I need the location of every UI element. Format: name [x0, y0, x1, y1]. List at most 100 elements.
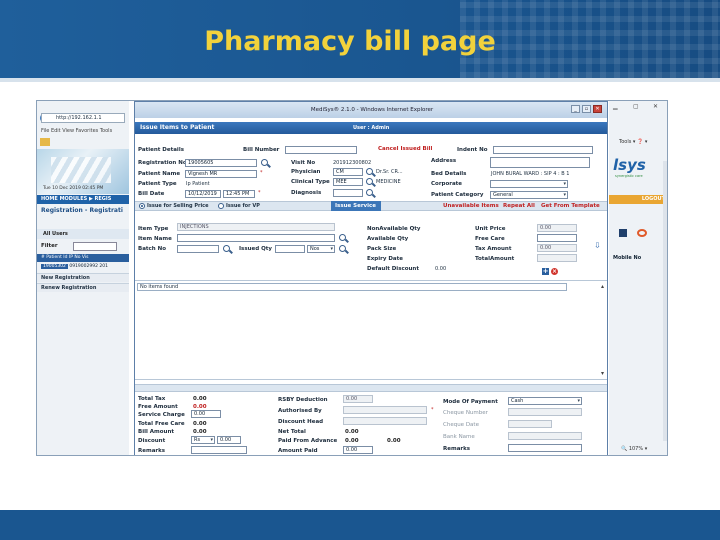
popup-maximize-icon[interactable]: ▫ — [582, 105, 591, 113]
repeat-all-link[interactable]: Repeat All — [503, 203, 535, 209]
physician-code-input[interactable]: CM — [333, 168, 363, 176]
refresh-icon[interactable] — [637, 229, 647, 237]
browser-menu[interactable]: File Edit View Favorites Tools — [41, 128, 112, 134]
paid-from-advance-input[interactable]: 0.00 — [387, 438, 401, 444]
remarks-input[interactable] — [191, 446, 247, 454]
row-rest: 0919002992 201 — [69, 264, 108, 269]
favorites-icon[interactable] — [40, 138, 50, 146]
search-icon[interactable] — [261, 159, 268, 166]
search-icon[interactable] — [223, 245, 230, 252]
new-registration-link[interactable]: New Registration — [37, 273, 129, 282]
bill-number-input[interactable] — [285, 146, 357, 154]
cancel-issued-bill-link[interactable]: Cancel Issued Bill — [378, 146, 432, 152]
total-amount-label: TotalAmount — [475, 256, 515, 262]
browser-window: http://192.162.1.1 File Edit View Favori… — [36, 100, 668, 456]
service-charge-input[interactable]: 0.00 — [191, 410, 221, 418]
scroll-down-icon[interactable]: ▾ — [601, 370, 604, 377]
address-input[interactable] — [490, 157, 590, 168]
registration-title: Registration - Registrati — [41, 207, 123, 214]
total-tax-value: 0.00 — [193, 396, 207, 402]
free-care-input[interactable] — [537, 234, 577, 242]
authorised-by-select[interactable] — [343, 406, 427, 414]
unavailable-items-link[interactable]: Unavailable Items — [443, 203, 499, 209]
search-icon[interactable] — [366, 168, 373, 175]
header-divider — [0, 78, 720, 82]
discount-type-select[interactable]: Rs — [191, 436, 215, 444]
patient-type-label: Patient Type — [138, 181, 177, 187]
item-type-select[interactable]: INJECTIONS — [177, 223, 335, 231]
grid-scrollbar[interactable]: ▴ ▾ — [601, 283, 607, 377]
indent-no-label: Indent No — [457, 147, 488, 153]
maximize-icon[interactable]: ▢ — [633, 103, 639, 110]
diagnosis-input[interactable] — [333, 189, 363, 197]
bill-time-input[interactable]: 12:45 PM — [223, 190, 255, 198]
filter-select[interactable] — [73, 242, 117, 251]
discount-head-select[interactable] — [343, 417, 427, 425]
tax-amount-input: 0.00 — [537, 244, 577, 252]
registration-no-label: Registration No — [138, 160, 187, 166]
add-item-button[interactable]: + — [542, 268, 549, 275]
cheque-number-input[interactable] — [508, 408, 582, 416]
renew-registration-link[interactable]: Renew Registration — [37, 283, 129, 292]
patient-name-input[interactable]: Vignesh MR — [185, 170, 257, 178]
bank-name-input[interactable] — [508, 432, 582, 440]
batch-no-input[interactable] — [177, 245, 219, 253]
popup-titlebar: MediSys® 2.1.0 - Windows Internet Explor… — [135, 102, 607, 118]
bill-date-input[interactable]: 10/12/2019 — [185, 190, 221, 198]
items-grid: No items found ▴ ▾ — [135, 280, 607, 380]
issue-service-tab[interactable]: Issue Service — [331, 201, 381, 211]
down-arrow-icon[interactable]: ⇩ — [594, 241, 601, 250]
visit-no-label: Visit No — [291, 160, 316, 166]
all-users-tab[interactable]: All Users — [37, 229, 129, 239]
cheque-date-label: Cheque Date — [443, 422, 479, 428]
search-icon[interactable] — [339, 234, 346, 241]
popup-title: MediSys® 2.1.0 - Windows Internet Explor… — [310, 107, 434, 113]
close-icon[interactable]: ✕ — [653, 103, 658, 110]
issue-selling-price-radio[interactable] — [139, 203, 145, 209]
tools-menu[interactable]: Tools ▾ ❓ ▾ — [619, 139, 647, 145]
get-from-template-link[interactable]: Get From Template — [541, 203, 600, 209]
patient-category-select[interactable]: General — [490, 191, 568, 199]
physician-label: Physician — [291, 169, 321, 175]
search-icon[interactable] — [366, 189, 373, 196]
minimize-icon[interactable]: ▁ — [613, 103, 618, 110]
clinical-type-input[interactable]: MEE — [333, 178, 363, 186]
remarks-payment-input[interactable] — [508, 444, 582, 452]
cheque-date-input[interactable] — [508, 420, 552, 428]
bank-name-label: Bank Name — [443, 434, 475, 440]
search-icon[interactable] — [339, 245, 346, 252]
indent-no-input[interactable] — [493, 146, 593, 154]
bed-details-value: JOHN BURAL WARD : SIP 4 : B 1 — [491, 171, 570, 177]
issued-unit-select[interactable]: Nos — [307, 245, 335, 253]
registration-no-input[interactable]: 19005605 — [185, 159, 257, 167]
grid-icon[interactable] — [619, 229, 627, 237]
discount-value-input[interactable]: 0.00 — [217, 436, 241, 444]
scroll-up-icon[interactable]: ▴ — [601, 283, 604, 290]
free-care-label: Free Care — [475, 236, 505, 242]
item-name-input[interactable] — [177, 234, 335, 242]
corporate-select[interactable] — [490, 180, 568, 188]
cheque-number-label: Cheque Number — [443, 410, 488, 416]
popup-close-icon[interactable]: ✕ — [593, 105, 602, 113]
search-icon[interactable] — [366, 178, 373, 185]
amount-paid-input[interactable]: 0.00 — [343, 446, 373, 454]
scrollbar[interactable] — [663, 161, 667, 441]
corporate-label: Corporate — [431, 181, 463, 187]
patient-category-label: Patient Category — [431, 192, 484, 198]
issue-vp-radio[interactable] — [218, 203, 224, 209]
issued-qty-input[interactable] — [275, 245, 305, 253]
user-label: User : Admin — [353, 125, 390, 131]
mode-of-payment-select[interactable]: Cash — [508, 397, 582, 405]
modules-bar[interactable]: HOME MODULES ▶ REGIS — [37, 195, 129, 204]
address-bar[interactable]: http://192.162.1.1 — [41, 113, 125, 123]
table-row[interactable]: 19005302 0919002992 201 — [37, 263, 129, 271]
total-tax-label: Total Tax — [138, 396, 166, 402]
zoom-level[interactable]: 🔍 107% ▾ — [621, 446, 647, 452]
remove-item-button[interactable]: × — [551, 268, 558, 275]
patient-name-label: Patient Name — [138, 171, 181, 177]
logout-button[interactable]: LOGOUT — [609, 195, 667, 204]
popup-minimize-icon[interactable]: _ — [571, 105, 580, 113]
patient-id-cell[interactable]: 19005302 — [41, 264, 68, 269]
popup-heading: Issue Items to Patient — [140, 124, 215, 131]
batch-no-label: Batch No — [138, 246, 167, 252]
